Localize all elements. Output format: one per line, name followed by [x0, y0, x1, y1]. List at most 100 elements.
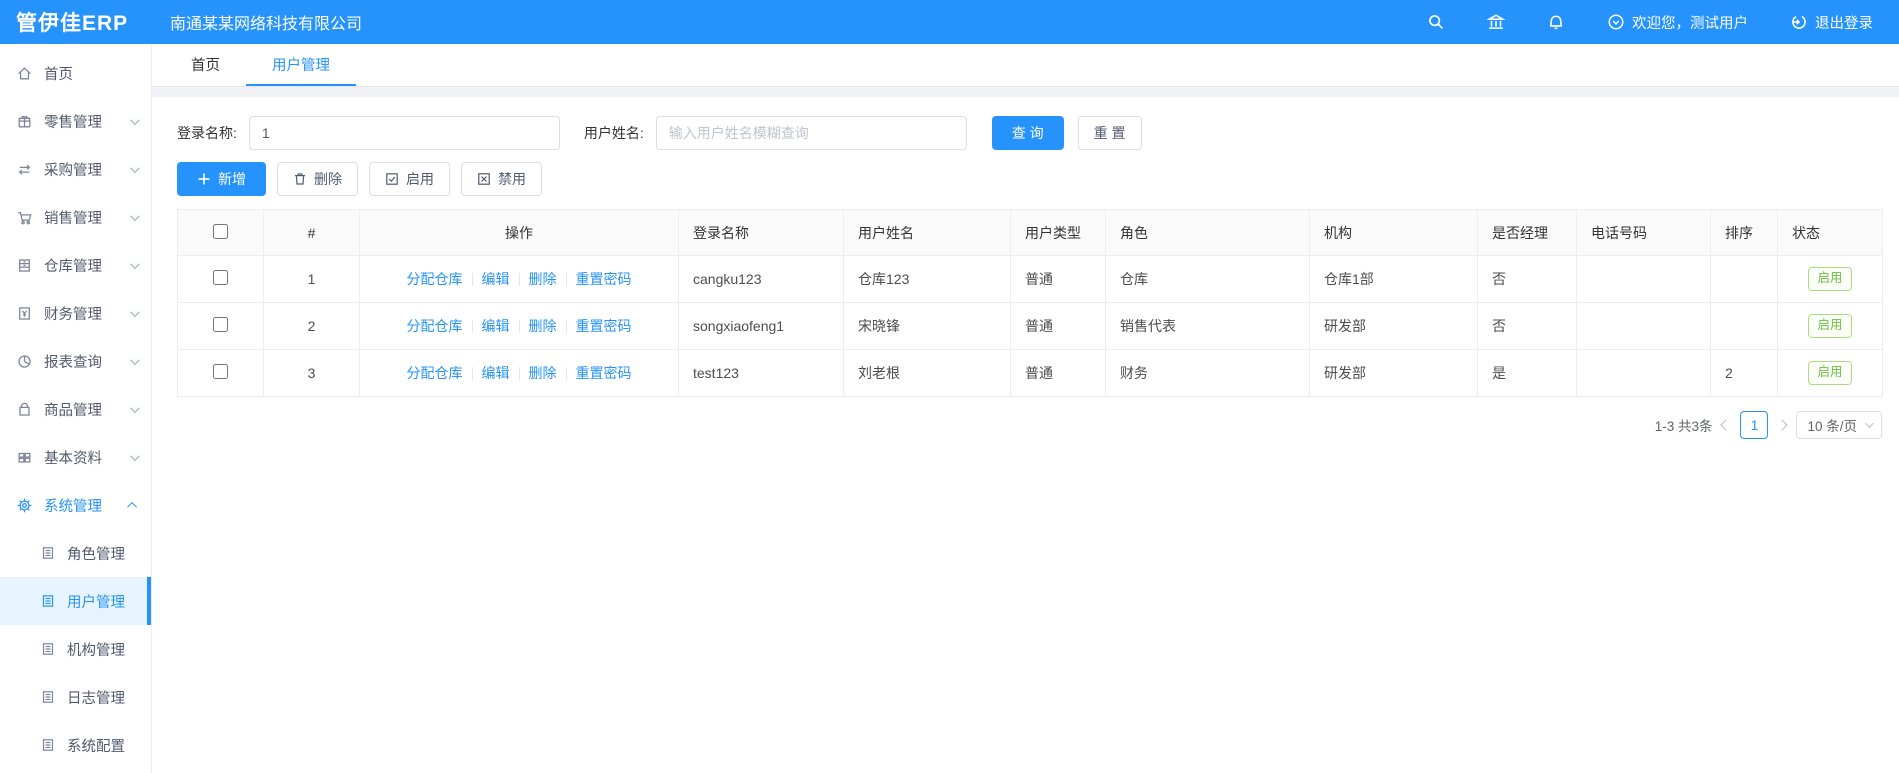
op-edit-link[interactable]: 编辑	[482, 363, 510, 383]
cell-name: 仓库123	[843, 255, 1011, 303]
op-delete-link[interactable]: 删除	[529, 363, 557, 383]
home-icon	[18, 66, 31, 79]
op-assign-warehouse-link[interactable]: 分配仓库	[407, 363, 463, 383]
bank-icon[interactable]	[1487, 13, 1505, 31]
add-button[interactable]: 新增	[177, 162, 266, 196]
sidebar-item-basic-data[interactable]: 基本资料	[0, 433, 151, 481]
login-name-input[interactable]	[248, 116, 560, 150]
cell-phone	[1576, 255, 1711, 303]
sync-icon	[18, 164, 31, 175]
top-header: 管伊佳ERP 南通某某网络科技有限公司 欢迎您，测试用户 退出登录	[0, 0, 1899, 44]
logout-label: 退出登录	[1815, 15, 1873, 32]
op-edit-link[interactable]: 编辑	[482, 316, 510, 336]
sidebar-subitem-system-config[interactable]: 系统配置	[0, 721, 151, 769]
table-header-row: # 操作 登录名称 用户姓名 用户类型 角色 机构 是否经理 电话号码 排序 状…	[177, 209, 1883, 256]
col-phone: 电话号码	[1576, 209, 1711, 256]
sidebar-item-retail[interactable]: 零售管理	[0, 97, 151, 145]
divider	[565, 366, 567, 380]
status-badge[interactable]: 启用	[1808, 314, 1852, 338]
op-reset-password-link[interactable]: 重置密码	[576, 316, 632, 336]
delete-button[interactable]: 删除	[277, 162, 358, 196]
status-badge[interactable]: 启用	[1808, 267, 1852, 291]
row-checkbox[interactable]	[213, 270, 228, 285]
cell-sort	[1710, 255, 1778, 303]
row-index: 3	[263, 349, 360, 397]
search-icon[interactable]	[1427, 13, 1445, 31]
page-size-select[interactable]: 10 条/页	[1796, 411, 1882, 439]
divider	[471, 366, 473, 380]
sidebar-item-reports[interactable]: 报表查询	[0, 337, 151, 385]
tab-bar: 首页 用户管理	[152, 44, 1899, 87]
reset-button[interactable]: 重 置	[1077, 116, 1142, 150]
cabinet-icon	[19, 258, 30, 272]
app-logo: 管伊佳ERP	[16, 12, 129, 35]
chevron-down-icon	[129, 258, 140, 269]
document-icon	[42, 547, 54, 559]
status-badge[interactable]: 启用	[1808, 361, 1852, 385]
row-index: 2	[263, 302, 360, 350]
chevron-down-icon	[129, 450, 140, 461]
sidebar-item-home[interactable]: 首页	[0, 49, 151, 97]
col-organization: 机构	[1309, 209, 1478, 256]
tab-home[interactable]: 首页	[165, 44, 246, 86]
chevron-down-icon	[129, 210, 140, 221]
op-edit-link[interactable]: 编辑	[482, 269, 510, 289]
sidebar-item-goods[interactable]: 商品管理	[0, 385, 151, 433]
bag-icon	[19, 402, 30, 416]
cell-org: 仓库1部	[1309, 255, 1478, 303]
cell-phone	[1576, 302, 1711, 350]
col-login-name: 登录名称	[678, 209, 844, 256]
username-input[interactable]	[655, 116, 967, 150]
logout-button[interactable]: 退出登录	[1790, 12, 1873, 33]
cell-sort: 2	[1710, 349, 1778, 397]
sidebar-subitem-users[interactable]: 用户管理	[0, 577, 151, 625]
gear-icon	[17, 498, 32, 512]
divider	[565, 272, 567, 286]
col-username: 用户姓名	[843, 209, 1011, 256]
welcome-text: 欢迎您，测试用户	[1632, 15, 1748, 32]
table-row: 1 分配仓库 编辑 删除 重置密码 cangku123 仓库123 普通 仓库 …	[177, 255, 1883, 303]
username-label: 用户姓名:	[583, 125, 644, 141]
sidebar-item-purchase[interactable]: 采购管理	[0, 145, 151, 193]
op-delete-link[interactable]: 删除	[529, 316, 557, 336]
search-button[interactable]: 查 询	[991, 116, 1064, 150]
select-all-checkbox[interactable]	[213, 223, 228, 239]
sidebar-item-system[interactable]: 系统管理	[0, 481, 151, 529]
op-reset-password-link[interactable]: 重置密码	[576, 269, 632, 289]
sidebar-subitem-organizations[interactable]: 机构管理	[0, 625, 151, 673]
user-menu[interactable]: 欢迎您，测试用户	[1607, 12, 1748, 33]
chevron-up-icon	[127, 501, 138, 512]
table-row: 3 分配仓库 编辑 删除 重置密码 test123 刘老根 普通 财务 研发部 …	[177, 349, 1883, 397]
user-table: # 操作 登录名称 用户姓名 用户类型 角色 机构 是否经理 电话号码 排序 状…	[177, 209, 1883, 397]
op-delete-link[interactable]: 删除	[529, 269, 557, 289]
sidebar-item-warehouse[interactable]: 仓库管理	[0, 241, 151, 289]
sidebar-item-finance[interactable]: 财务管理	[0, 289, 151, 337]
bell-icon[interactable]	[1547, 13, 1565, 31]
tab-user-management[interactable]: 用户管理	[246, 44, 356, 86]
enable-button[interactable]: 启用	[369, 162, 450, 196]
pie-chart-icon	[18, 354, 31, 368]
op-reset-password-link[interactable]: 重置密码	[576, 363, 632, 383]
sidebar-subitem-roles[interactable]: 角色管理	[0, 529, 151, 577]
cell-org: 研发部	[1309, 349, 1478, 397]
sidebar-item-sales[interactable]: 销售管理	[0, 193, 151, 241]
col-role: 角色	[1105, 209, 1310, 256]
divider	[518, 272, 520, 286]
sidebar-subitem-logs[interactable]: 日志管理	[0, 673, 151, 721]
cell-manager: 是	[1477, 349, 1577, 397]
chevron-down-icon	[129, 114, 140, 125]
document-icon	[42, 643, 54, 655]
user-management-panel: 登录名称: 用户姓名: 查 询 重 置 新增 删除 启用	[152, 97, 1899, 773]
op-assign-warehouse-link[interactable]: 分配仓库	[407, 316, 463, 336]
next-page-button[interactable]	[1776, 419, 1789, 431]
op-assign-warehouse-link[interactable]: 分配仓库	[407, 269, 463, 289]
divider	[471, 319, 473, 333]
col-user-type: 用户类型	[1010, 209, 1106, 256]
cell-name: 宋晓锋	[843, 302, 1011, 350]
row-checkbox[interactable]	[213, 364, 228, 379]
disable-button[interactable]: 禁用	[461, 162, 542, 196]
page-1-button[interactable]: 1	[1740, 411, 1769, 439]
chevron-down-icon	[129, 162, 140, 173]
prev-page-button[interactable]	[1720, 419, 1733, 431]
row-checkbox[interactable]	[213, 317, 228, 332]
